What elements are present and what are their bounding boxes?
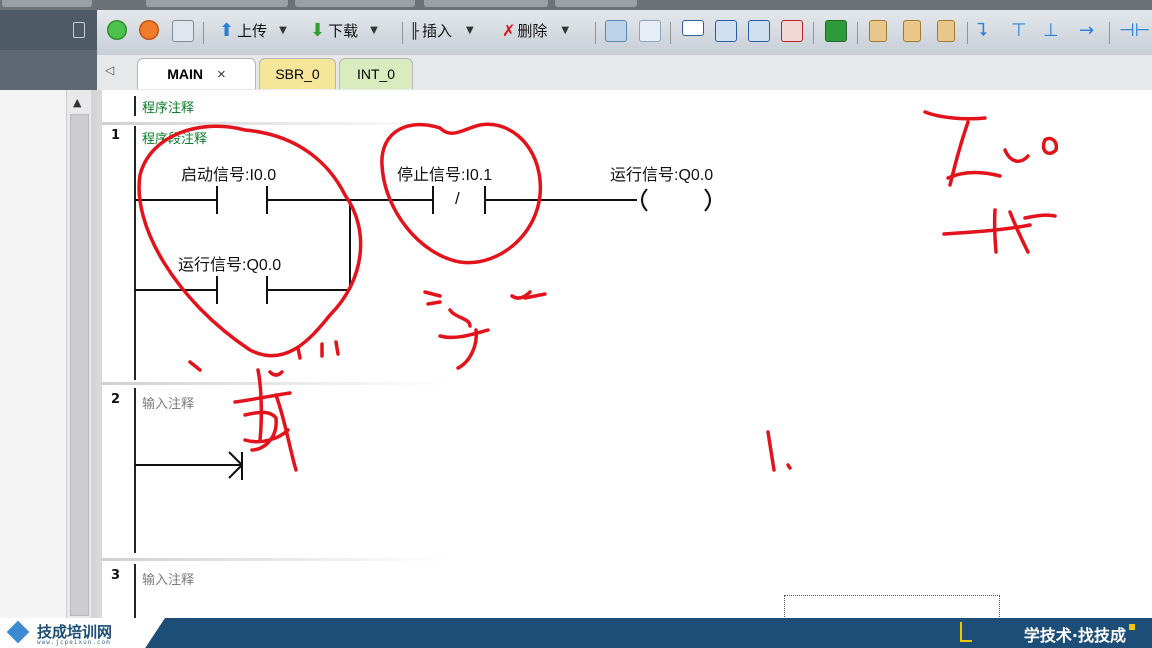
stop-icon — [139, 20, 159, 40]
network-separator — [102, 558, 452, 561]
delete-button[interactable]: ✗ 删除 ▼ — [502, 20, 569, 41]
go-button[interactable] — [825, 20, 850, 42]
network-icon — [605, 20, 627, 42]
project-tree-pane: ▲ — [0, 10, 97, 618]
brand-url: www.jcpeixun.com — [37, 639, 111, 646]
download-button[interactable]: ⬇ 下载 ▼ — [310, 20, 378, 41]
ladder-editor[interactable]: 程序注释 1 程序段注释 启动信号:I0.0 停止信号:I0.1 运行信号:Q0… — [97, 90, 1152, 627]
line-button-2[interactable]: ⊤ — [1011, 20, 1027, 41]
pane-subheader — [0, 50, 97, 90]
scroll-thumb[interactable] — [70, 114, 89, 616]
view-button-4[interactable] — [781, 20, 806, 42]
insert-label: 插入 — [422, 22, 453, 40]
line-button-1[interactable]: ⮧ — [977, 20, 988, 41]
download-arrow-icon: ⬇ — [310, 20, 326, 41]
view-button-3[interactable] — [748, 20, 773, 42]
editor-tabbar: ◁ MAIN × SBR_0 INT_0 — [97, 55, 1152, 92]
tab-int0-label: INT_0 — [356, 66, 396, 82]
view-button-1[interactable] — [682, 20, 707, 36]
lock-button-1[interactable] — [869, 20, 890, 42]
lock-button-3[interactable] — [937, 20, 958, 42]
contact-icon: ⊣⊢ — [1119, 20, 1151, 41]
pane-header — [0, 10, 97, 50]
line-down-icon: ⊤ — [1011, 20, 1027, 41]
forward-icon — [748, 20, 770, 42]
delete-icon: ✗ — [502, 21, 516, 40]
corner-bracket-icon — [960, 622, 972, 642]
view-button-2[interactable] — [715, 20, 740, 42]
insert-button[interactable]: ╟ 插入 ▼ — [410, 20, 474, 41]
footer-slogan: 学技术·找技成 — [1023, 626, 1126, 645]
delete-dropdown-icon[interactable]: ▼ — [561, 25, 569, 36]
run-button[interactable] — [107, 20, 130, 40]
compile-button[interactable] — [172, 20, 197, 42]
footer-banner: 技成培训网 www.jcpeixun.com 学技术·找技成 — [0, 618, 1152, 648]
upload-dropdown-icon[interactable]: ▼ — [279, 25, 287, 36]
tab-main[interactable]: MAIN × — [137, 58, 256, 89]
upload-button[interactable]: ⬆ 上传 ▼ — [219, 20, 287, 41]
insert-dropdown-icon[interactable]: ▼ — [466, 25, 474, 36]
tab-close-icon[interactable]: × — [217, 66, 226, 83]
main-toolbar: ⬆ 上传 ▼ ⬇ 下载 ▼ ╟ 插入 ▼ ✗ 删除 ▼ ⮧ ⊤ ⊥ → ⊣⊢ — [97, 10, 1152, 56]
tab-sbr0-label: SBR_0 — [275, 66, 320, 82]
check-icon — [172, 20, 194, 42]
run-icon — [107, 20, 127, 40]
pin-icon[interactable] — [73, 22, 85, 38]
network-grid-icon — [639, 20, 661, 42]
tab-int0[interactable]: INT_0 — [339, 58, 413, 89]
line-up-icon: ⊥ — [1043, 20, 1059, 41]
top-window-strip — [0, 0, 1152, 10]
contact-button[interactable]: ⊣⊢ — [1119, 20, 1150, 41]
lock-add-icon — [937, 20, 955, 42]
tab-scroll-left-icon[interactable]: ◁ — [105, 63, 114, 77]
line-right-icon: → — [1079, 20, 1095, 41]
box-icon — [682, 20, 704, 36]
stop-button[interactable] — [139, 20, 162, 40]
close-doc-icon — [781, 20, 803, 42]
tab-main-label: MAIN — [167, 66, 203, 82]
lock-button-2[interactable] — [903, 20, 924, 42]
bookmark-button[interactable] — [605, 20, 630, 42]
network-number-3: 3 — [111, 568, 121, 583]
line-button-3[interactable]: ⊥ — [1043, 20, 1059, 41]
line-button-4[interactable]: → — [1079, 20, 1094, 41]
square-dot-icon — [1129, 624, 1135, 630]
pane-body — [0, 90, 66, 618]
go-arrow-icon — [825, 20, 847, 42]
upload-arrow-icon: ⬆ — [219, 20, 235, 41]
unlock-icon — [903, 20, 921, 42]
scroll-up-icon[interactable]: ▲ — [73, 96, 81, 109]
power-rail-network-3 — [134, 564, 136, 618]
pane-scrollbar[interactable]: ▲ — [66, 90, 91, 618]
delete-label: 删除 — [517, 22, 548, 40]
download-label: 下载 — [328, 22, 359, 40]
upload-label: 上传 — [237, 22, 268, 40]
network-3-comment[interactable]: 输入注释 — [142, 569, 194, 588]
branch-down-icon: ⮧ — [977, 20, 988, 41]
ladder-network-2 — [135, 451, 243, 480]
back-icon — [715, 20, 737, 42]
download-dropdown-icon[interactable]: ▼ — [370, 25, 378, 36]
bookmark2-button[interactable] — [639, 20, 664, 42]
tab-sbr0[interactable]: SBR_0 — [259, 58, 336, 89]
lock-icon — [869, 20, 887, 42]
insert-icon: ╟ — [410, 21, 420, 40]
